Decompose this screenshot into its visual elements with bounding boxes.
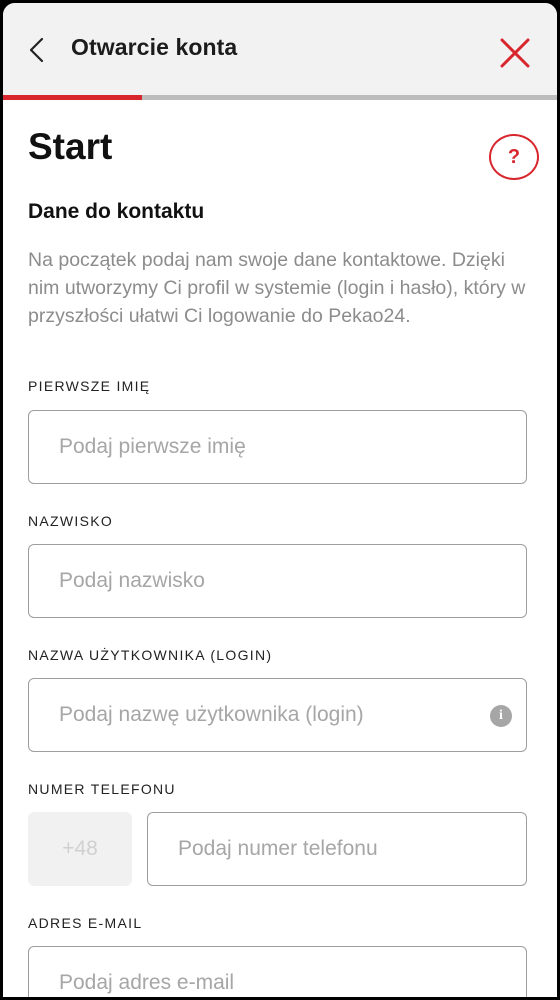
username-label: NAZWA UŻYTKOWNIKA (LOGIN) [28, 647, 273, 663]
email-label: ADRES E-MAIL [28, 915, 143, 931]
app-screen: Otwarcie konta Start ? Dane do kontaktu … [3, 3, 557, 997]
page-header-title: Otwarcie konta [71, 34, 238, 60]
email-field[interactable] [28, 946, 527, 997]
form-content: Start ? Dane do kontaktu Na początek pod… [3, 100, 557, 997]
username-input[interactable] [29, 679, 526, 751]
last-name-field[interactable] [28, 544, 527, 618]
phone-label: NUMER TELEFONU [28, 781, 176, 797]
phone-input[interactable] [148, 813, 526, 885]
info-icon[interactable]: i [490, 705, 512, 727]
top-bar: Otwarcie konta [3, 3, 557, 95]
help-button[interactable]: ? [489, 134, 539, 180]
first-name-input[interactable] [29, 411, 526, 483]
page-title: Start [28, 126, 113, 167]
username-field[interactable]: i [28, 678, 527, 752]
section-title: Dane do kontaktu [28, 200, 205, 223]
chevron-left-icon[interactable] [25, 35, 49, 65]
close-icon[interactable] [497, 35, 533, 71]
email-input[interactable] [29, 947, 526, 997]
last-name-label: NAZWISKO [28, 513, 114, 529]
first-name-field[interactable] [28, 410, 527, 484]
phone-prefix: +48 [28, 812, 132, 886]
last-name-input[interactable] [29, 545, 526, 617]
first-name-label: PIERWSZE IMIĘ [28, 378, 151, 394]
intro-text: Na początek podaj nam swoje dane kontakt… [28, 249, 526, 327]
phone-field[interactable] [147, 812, 527, 886]
